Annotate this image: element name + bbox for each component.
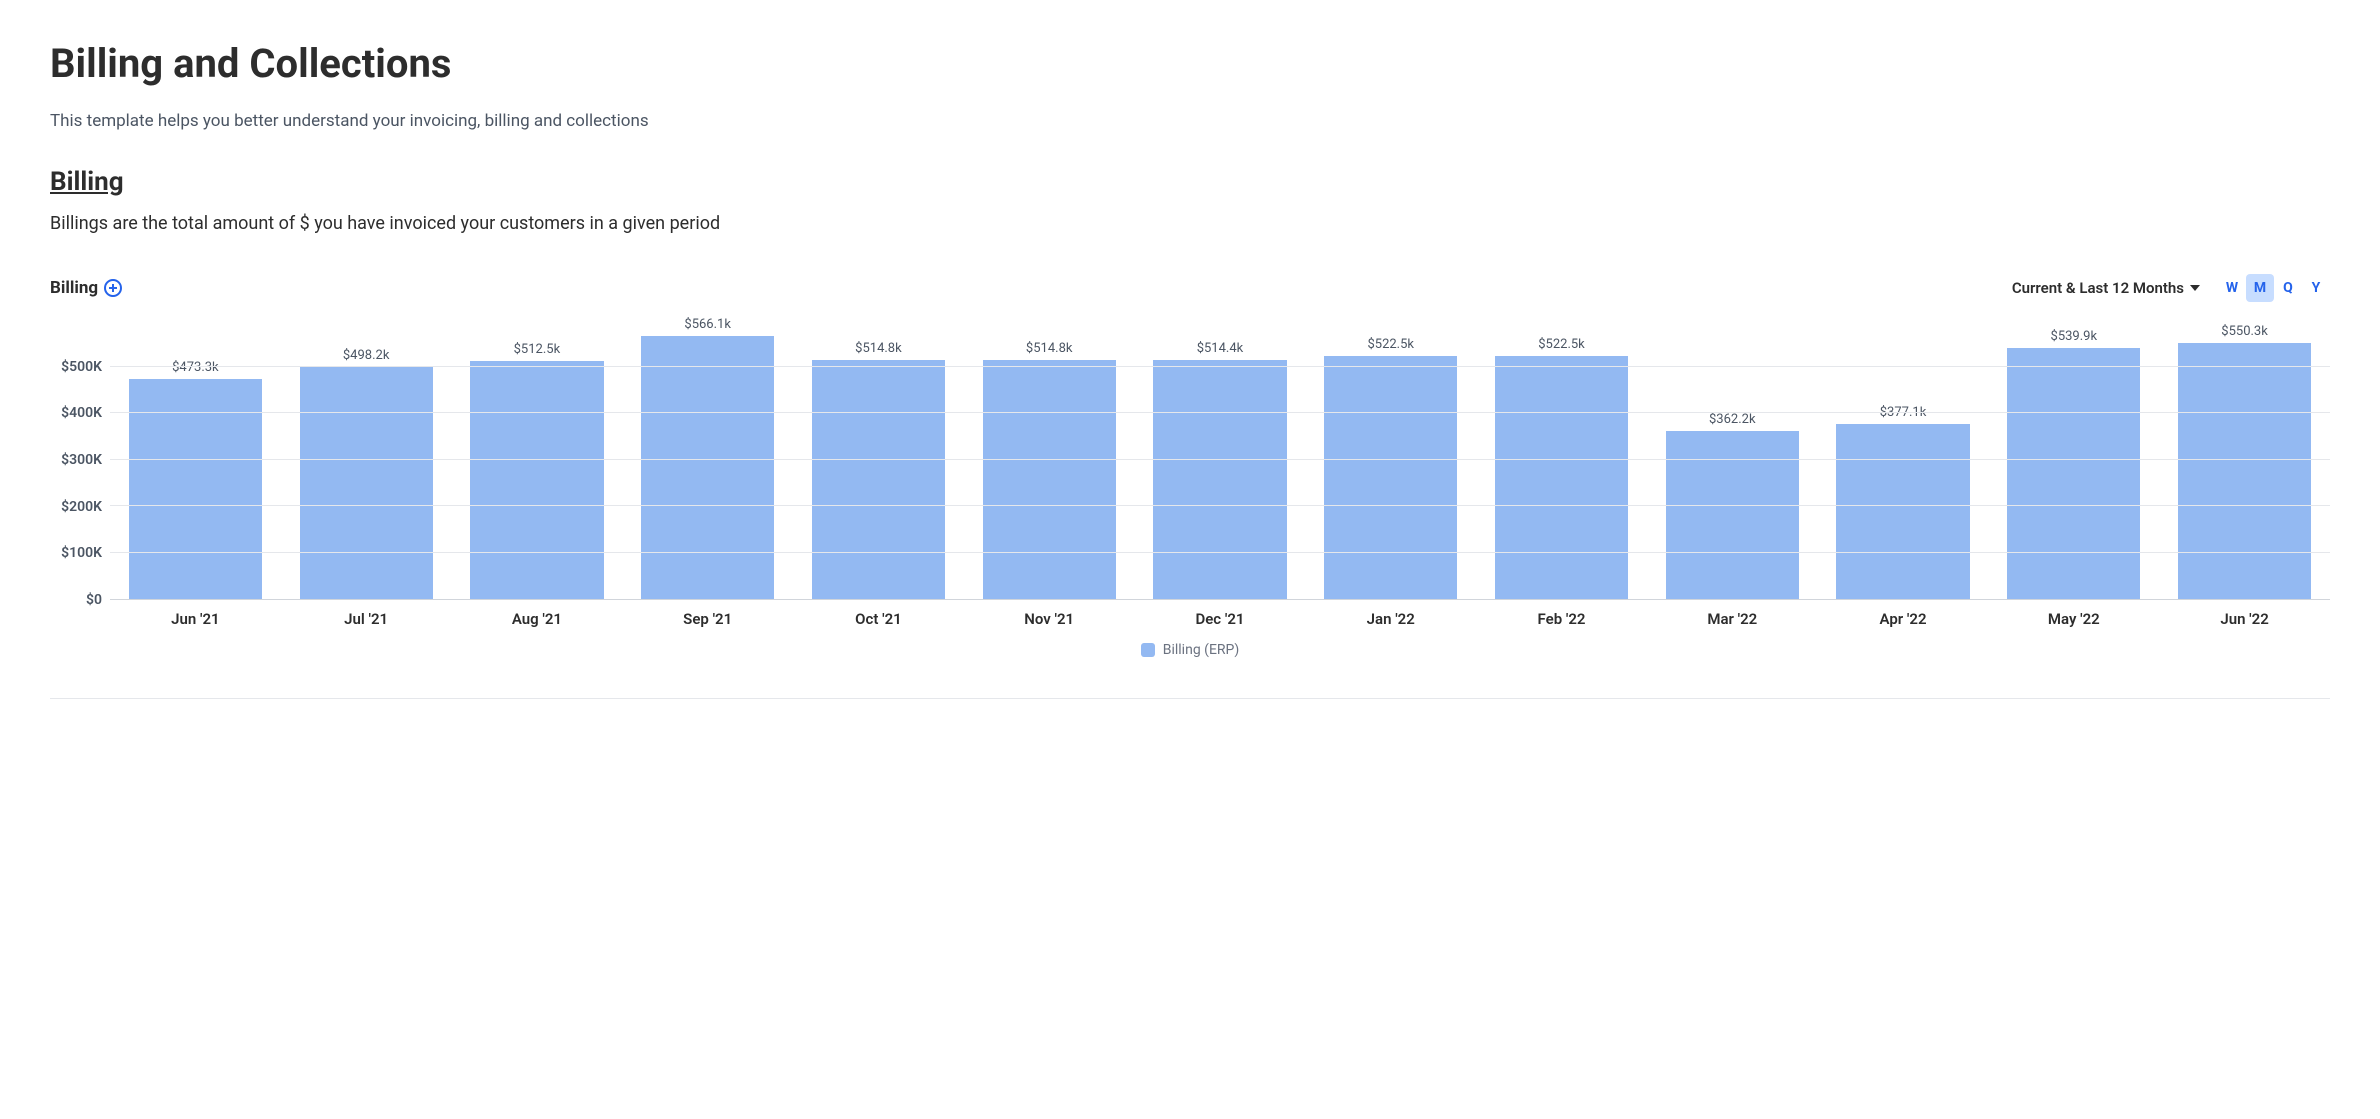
bar-value-label: $473.3k xyxy=(172,360,219,375)
gridline xyxy=(110,366,2330,367)
x-tick: Jan '22 xyxy=(1305,610,1476,628)
bar-wrap: $377.1k xyxy=(1818,320,1989,599)
x-tick: Mar '22 xyxy=(1647,610,1818,628)
chart-title-wrap: Billing xyxy=(50,278,122,298)
x-tick: Jun '21 xyxy=(110,610,281,628)
x-tick: Dec '21 xyxy=(1135,610,1306,628)
y-tick: $500K xyxy=(61,359,102,375)
granularity-quarter-button[interactable]: Q xyxy=(2274,274,2302,302)
bar[interactable] xyxy=(2178,343,2311,599)
granularity-month-button[interactable]: M xyxy=(2246,274,2274,302)
bar-wrap: $498.2k xyxy=(281,320,452,599)
x-tick: Sep '21 xyxy=(622,610,793,628)
bar-value-label: $522.5k xyxy=(1367,337,1414,352)
section-heading-billing: Billing xyxy=(50,167,2330,197)
gridline xyxy=(110,459,2330,460)
bar[interactable] xyxy=(1666,431,1799,599)
bar-value-label: $566.1k xyxy=(684,317,731,332)
chart-plot: $473.3k $498.2k $512.5k $566.1k $514.8k $514.… xyxy=(110,320,2330,600)
billing-chart: $0$100K$200K$300K$400K$500K $473.3k$498.… xyxy=(50,320,2330,600)
x-tick: Oct '21 xyxy=(793,610,964,628)
bar[interactable] xyxy=(1495,356,1628,599)
y-tick: $300K xyxy=(61,452,102,468)
bar-value-label: $362.2k xyxy=(1709,412,1756,427)
gridline xyxy=(110,412,2330,413)
bar-value-label: $514.4k xyxy=(1197,341,1244,356)
y-axis: $0$100K$200K$300K$400K$500K xyxy=(50,320,110,600)
chart-bars: $473.3k $498.2k $512.5k $566.1k $514.8k $514.… xyxy=(110,320,2330,599)
x-axis: Jun '21Jul '21Aug '21Sep '21Oct '21Nov '… xyxy=(110,610,2330,628)
bar-wrap: $514.4k xyxy=(1135,320,1306,599)
granularity-toggle: W M Q Y xyxy=(2218,274,2330,302)
y-tick: $0 xyxy=(86,592,102,608)
bar-wrap: $514.8k xyxy=(964,320,1135,599)
page-title: Billing and Collections xyxy=(50,40,2330,87)
bar-wrap: $522.5k xyxy=(1305,320,1476,599)
x-tick: Nov '21 xyxy=(964,610,1135,628)
bar[interactable] xyxy=(641,336,774,599)
add-icon[interactable] xyxy=(104,279,122,297)
bar-wrap: $566.1k xyxy=(622,320,793,599)
x-tick: Jul '21 xyxy=(281,610,452,628)
granularity-year-button[interactable]: Y xyxy=(2302,274,2330,302)
x-tick: Aug '21 xyxy=(452,610,623,628)
bar-value-label: $550.3k xyxy=(2221,324,2268,339)
bar[interactable] xyxy=(470,361,603,599)
page-description: This template helps you better understan… xyxy=(50,111,2330,131)
bar[interactable] xyxy=(300,367,433,599)
chart-legend: Billing (ERP) xyxy=(50,642,2330,658)
x-tick: May '22 xyxy=(1988,610,2159,628)
x-tick: Apr '22 xyxy=(1818,610,1989,628)
bar-wrap: $539.9k xyxy=(1988,320,2159,599)
bar-wrap: $362.2k xyxy=(1647,320,1818,599)
bar-value-label: $522.5k xyxy=(1538,337,1585,352)
bar-value-label: $514.8k xyxy=(855,341,902,356)
chart-header: Billing Current & Last 12 Months W M Q Y xyxy=(50,274,2330,302)
bar-wrap: $473.3k xyxy=(110,320,281,599)
bar-wrap: $514.8k xyxy=(793,320,964,599)
bar-value-label: $539.9k xyxy=(2051,329,2098,344)
x-tick: Jun '22 xyxy=(2159,610,2330,628)
y-tick: $400K xyxy=(61,405,102,421)
caret-down-icon xyxy=(2190,285,2200,291)
legend-swatch xyxy=(1141,643,1155,657)
section-description: Billings are the total amount of $ you h… xyxy=(50,213,2330,234)
bar-value-label: $498.2k xyxy=(343,348,390,363)
y-tick: $200K xyxy=(61,499,102,515)
period-label: Current & Last 12 Months xyxy=(2012,279,2184,297)
y-tick: $100K xyxy=(61,545,102,561)
bar-value-label: $514.8k xyxy=(1026,341,1073,356)
bar-wrap: $522.5k xyxy=(1476,320,1647,599)
bar[interactable] xyxy=(812,360,945,599)
bar-wrap: $512.5k xyxy=(452,320,623,599)
period-select[interactable]: Current & Last 12 Months xyxy=(2012,279,2200,297)
bar-wrap: $550.3k xyxy=(2159,320,2330,599)
gridline xyxy=(110,505,2330,506)
bar-value-label: $512.5k xyxy=(514,342,561,357)
x-tick: Feb '22 xyxy=(1476,610,1647,628)
bar[interactable] xyxy=(1836,424,1969,599)
bar[interactable] xyxy=(983,360,1116,599)
chart-title: Billing xyxy=(50,278,98,298)
legend-label: Billing (ERP) xyxy=(1163,642,1240,658)
granularity-week-button[interactable]: W xyxy=(2218,274,2246,302)
section-divider xyxy=(50,698,2330,699)
bar[interactable] xyxy=(1324,356,1457,599)
chart-controls: Current & Last 12 Months W M Q Y xyxy=(2012,274,2330,302)
gridline xyxy=(110,552,2330,553)
bar[interactable] xyxy=(1153,360,1286,599)
bar[interactable] xyxy=(2007,348,2140,599)
